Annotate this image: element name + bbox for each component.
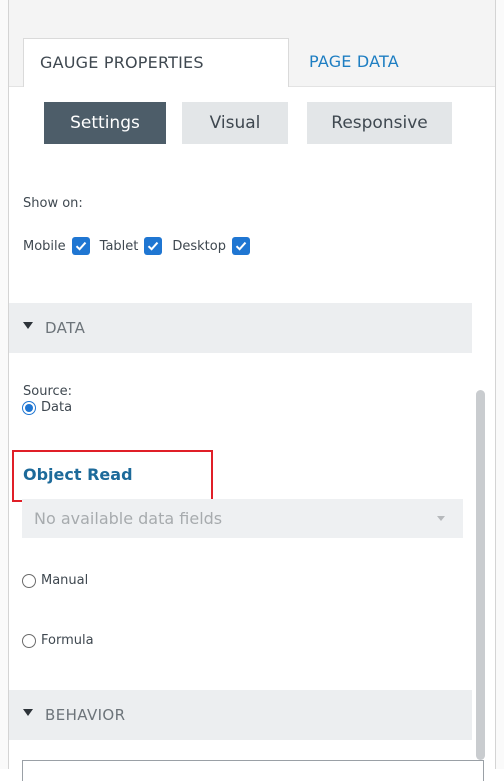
tablet-checkbox[interactable] [144, 237, 163, 255]
data-section-header[interactable]: DATA [9, 303, 472, 353]
radio-manual-label: Manual [41, 573, 89, 588]
source-label: Source: [23, 384, 73, 399]
query-name-link[interactable]: Object Read [23, 465, 133, 484]
tab-page-data[interactable]: PAGE DATA [309, 38, 399, 86]
tab-gauge-properties[interactable]: GAUGE PROPERTIES [23, 38, 289, 87]
data-section-title: DATA [45, 319, 86, 337]
device-tablet-label: Tablet [99, 238, 139, 254]
radio-formula-label: Formula [41, 633, 94, 648]
check-icon [148, 241, 159, 251]
source-option-manual[interactable]: Manual [22, 573, 88, 588]
subtab-settings[interactable]: Settings [44, 102, 166, 144]
panel-top-bar [9, 0, 495, 38]
panel-left-border [0, 0, 9, 769]
data-field-dropdown[interactable]: No available data fields [22, 499, 463, 538]
panel-right-border [495, 0, 504, 769]
subtab-bar: Settings Visual Responsive [9, 87, 495, 187]
device-desktop-label: Desktop [172, 238, 226, 254]
subtab-visual[interactable]: Visual [182, 102, 288, 144]
behavior-section-title: BEHAVIOR [45, 706, 126, 724]
desktop-checkbox[interactable] [232, 237, 250, 255]
radio-data-label: Data [41, 400, 73, 415]
source-option-formula[interactable]: Formula [22, 633, 94, 648]
radio-data[interactable] [22, 400, 36, 415]
radio-formula[interactable] [22, 633, 36, 648]
scrollbar[interactable] [476, 390, 485, 760]
check-icon [75, 241, 86, 251]
device-checkbox-row: Mobile Tablet Desktop [23, 234, 254, 258]
radio-manual[interactable] [22, 573, 36, 588]
show-on-label: Show on: [23, 196, 83, 211]
subtab-responsive[interactable]: Responsive [307, 102, 452, 144]
check-icon [235, 241, 247, 251]
properties-tab-bar: GAUGE PROPERTIES PAGE DATA [9, 38, 495, 87]
device-mobile-label: Mobile [23, 238, 66, 254]
dropdown-value: No available data fields [34, 509, 223, 528]
behavior-field-box[interactable] [22, 760, 484, 781]
chevron-down-icon [437, 516, 445, 521]
source-option-data[interactable]: Data [22, 400, 72, 415]
caret-down-icon [23, 709, 33, 716]
mobile-checkbox[interactable] [71, 237, 90, 255]
behavior-section-header[interactable]: BEHAVIOR [9, 690, 472, 740]
caret-down-icon [23, 322, 33, 329]
